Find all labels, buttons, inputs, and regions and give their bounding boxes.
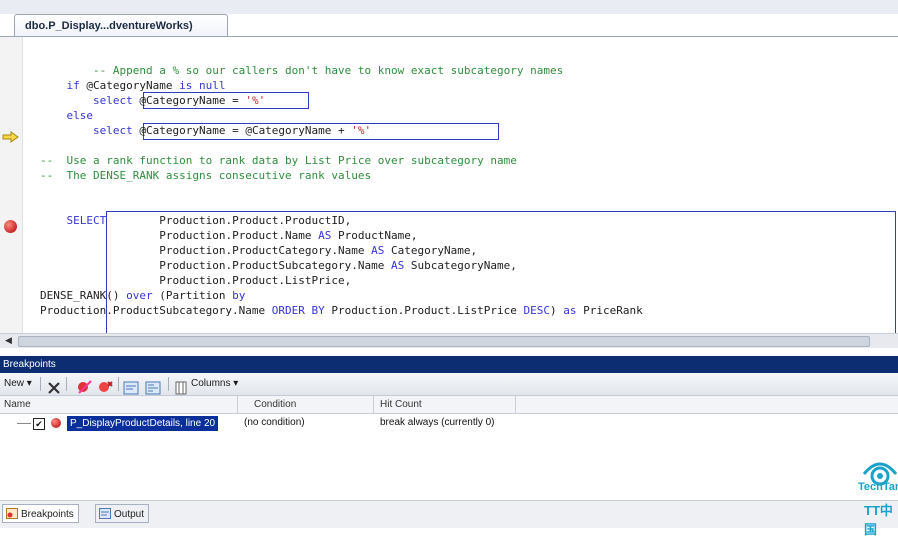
code-line[interactable]: -- Use a rank function to rank data by L… [40, 154, 517, 167]
code-token: @CategoryName [79, 79, 180, 92]
code-line[interactable]: -- Append a % so our callers don't have … [40, 64, 563, 77]
tab-output-label: Output [114, 509, 145, 520]
code-keyword: SELECT [66, 214, 107, 227]
output-window-icon [99, 508, 111, 519]
code-token: @CategoryName = [132, 94, 246, 107]
breakpoints-window-icon [6, 508, 18, 519]
code-keyword: is null [179, 79, 226, 92]
code-line[interactable]: else [40, 109, 94, 122]
code-text[interactable]: -- Append a % so our callers don't have … [40, 63, 643, 318]
code-line[interactable]: select @CategoryName = '%' [40, 94, 265, 107]
code-keyword: ORDER BY [271, 304, 325, 317]
code-token: DENSE_RANK() [40, 289, 127, 302]
breakpoint-icon [51, 418, 61, 428]
columns-button[interactable]: Columns ▾ [191, 373, 238, 395]
code-token: ) [549, 304, 564, 317]
code-keyword: AS [318, 229, 332, 242]
code-line[interactable]: Production.ProductSubcategory.Name AS Su… [40, 259, 517, 272]
scroll-left-icon[interactable]: ◀ [3, 335, 14, 346]
delete-all-breakpoints-icon[interactable] [76, 376, 94, 398]
code-line[interactable]: select @CategoryName = @CategoryName + '… [40, 124, 371, 137]
code-line[interactable]: -- The DENSE_RANK assigns consecutive ra… [40, 169, 371, 182]
tab-breakpoints[interactable]: Breakpoints [2, 504, 79, 523]
scrollbar-thumb[interactable] [18, 336, 870, 347]
code-line[interactable]: Production.Product.ListPrice, [40, 274, 351, 287]
column-header-name[interactable]: Name [0, 396, 238, 413]
watermark-text: TechTarge [858, 481, 898, 493]
tree-line [17, 423, 31, 424]
bottom-tab-bar: Breakpoints Output [0, 500, 898, 528]
toolbar-separator [168, 377, 169, 391]
breakpoints-toolbar: New ▾ Columns ▾ [0, 373, 898, 396]
code-comment: -- The DENSE_RANK assigns consecutive ra… [40, 169, 372, 182]
code-keyword: if [66, 79, 80, 92]
code-line[interactable]: if @CategoryName is null [40, 79, 226, 92]
breakpoint-condition: (no condition) [244, 417, 305, 428]
code-editor[interactable]: -- Append a % so our callers don't have … [0, 37, 898, 333]
code-token: Production.Product.ProductID, [106, 214, 352, 227]
code-keyword: AS [371, 244, 385, 257]
code-keyword: as [563, 304, 577, 317]
code-token: (Partition [152, 289, 233, 302]
breakpoint-icon[interactable] [4, 220, 17, 233]
code-keyword: DESC [523, 304, 550, 317]
code-token: Production.ProductSubcategory.Name [159, 259, 392, 272]
code-keyword: by [232, 289, 246, 302]
code-token: ProductName, [331, 229, 418, 242]
code-token: Production.ProductCategory.Name [159, 244, 372, 257]
toolbar-separator [118, 377, 119, 391]
tab-output[interactable]: Output [95, 504, 150, 523]
code-keyword: select [92, 124, 133, 137]
column-header-hit-count[interactable]: Hit Count [374, 396, 516, 413]
editor-gutter[interactable] [0, 37, 23, 333]
code-token: PriceRank [576, 304, 643, 317]
code-line[interactable]: SELECT Production.Product.ProductID, [40, 214, 352, 227]
breakpoints-panel-title: Breakpoints [0, 356, 898, 373]
code-line[interactable]: Production.Product.Name AS ProductName, [40, 229, 418, 242]
code-token: Production.ProductSubcategory.Name [40, 304, 272, 317]
toolbar-separator [40, 377, 41, 391]
breakpoint-hit-count: break always (currently 0) [380, 417, 495, 428]
code-token: Production.Product.ListPrice [324, 304, 524, 317]
horizontal-scrollbar[interactable]: ◀ [0, 333, 898, 348]
toolbar-separator [66, 377, 67, 391]
column-header-condition[interactable]: Condition [238, 396, 374, 413]
code-keyword: select [92, 94, 133, 107]
new-button[interactable]: New ▾ [4, 373, 32, 395]
code-string: '%' [245, 94, 266, 107]
code-string: '%' [351, 124, 372, 137]
code-comment: -- Append a % so our callers don't have … [92, 64, 564, 77]
disable-all-breakpoints-icon[interactable] [96, 376, 114, 398]
code-token: Production.Product.ListPrice, [159, 274, 352, 287]
code-line[interactable]: Production.ProductCategory.Name AS Categ… [40, 244, 477, 257]
code-keyword: over [126, 289, 153, 302]
code-comment: -- Use a rank function to rank data by L… [40, 154, 517, 167]
document-tab[interactable]: dbo.P_Display...dventureWorks) [14, 14, 228, 37]
current-statement-arrow-icon [2, 131, 19, 143]
breakpoint-enabled-checkbox[interactable]: ✔ [33, 418, 45, 430]
top-toolbar-strip [0, 0, 898, 14]
breakpoint-name[interactable]: P_DisplayProductDetails, line 20 [67, 416, 219, 431]
code-keyword: AS [391, 259, 405, 272]
code-line[interactable]: DENSE_RANK() over (Partition by [40, 289, 245, 302]
breakpoint-row[interactable]: ✔ P_DisplayProductDetails, line 20 (no c… [0, 415, 898, 432]
breakpoints-column-headers: Name Condition Hit Count [0, 396, 898, 414]
code-keyword: else [66, 109, 94, 122]
code-token: SubcategoryName, [404, 259, 517, 272]
watermark-text-cn: TT中国 [864, 503, 893, 537]
tab-breakpoints-label: Breakpoints [21, 509, 74, 520]
code-token: Production.Product.Name [159, 229, 319, 242]
code-line[interactable]: Production.ProductSubcategory.Name ORDER… [40, 304, 643, 317]
code-token: @CategoryName = @CategoryName + [132, 124, 352, 137]
document-tab-title: dbo.P_Display...dventureWorks) [25, 20, 193, 32]
code-token: CategoryName, [384, 244, 478, 257]
